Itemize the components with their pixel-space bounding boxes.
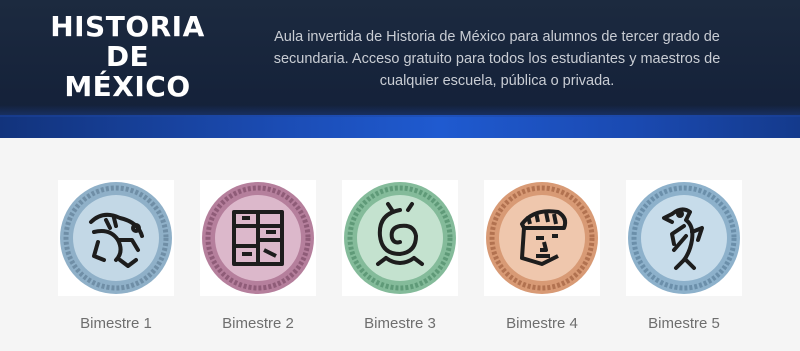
spiral-glyph-icon[interactable] xyxy=(342,180,458,296)
bimestre-1-link[interactable]: Bimestre 1 xyxy=(58,180,174,332)
bimestre-4-link[interactable]: Bimestre 4 xyxy=(484,180,600,332)
temple-glyph-icon[interactable] xyxy=(200,180,316,296)
bimestre-label[interactable]: Bimestre 2 xyxy=(200,315,316,332)
site-title[interactable]: HISTORIA DE MÉXICO xyxy=(40,12,215,102)
bimestre-label[interactable]: Bimestre 3 xyxy=(342,315,458,332)
site-description: Aula invertida de Historia de México par… xyxy=(273,29,721,89)
bimestre-label[interactable]: Bimestre 5 xyxy=(626,315,742,332)
bimestre-5-link[interactable]: Bimestre 5 xyxy=(626,180,742,332)
bimestre-label[interactable]: Bimestre 4 xyxy=(484,315,600,332)
bimestre-grid: Bimestre 1 Bimestre 2 Bimestre 3 Bimestr… xyxy=(0,180,800,351)
warrior-head-glyph-icon[interactable] xyxy=(484,180,600,296)
eagle-glyph-icon[interactable] xyxy=(626,180,742,296)
bimestre-2-link[interactable]: Bimestre 2 xyxy=(200,180,316,332)
bimestre-3-link[interactable]: Bimestre 3 xyxy=(342,180,458,332)
header-blue-band xyxy=(0,105,800,138)
page-header: HISTORIA DE MÉXICO Aula invertida de His… xyxy=(0,0,800,138)
lizard-glyph-icon[interactable] xyxy=(58,180,174,296)
bimestre-label[interactable]: Bimestre 1 xyxy=(58,315,174,332)
